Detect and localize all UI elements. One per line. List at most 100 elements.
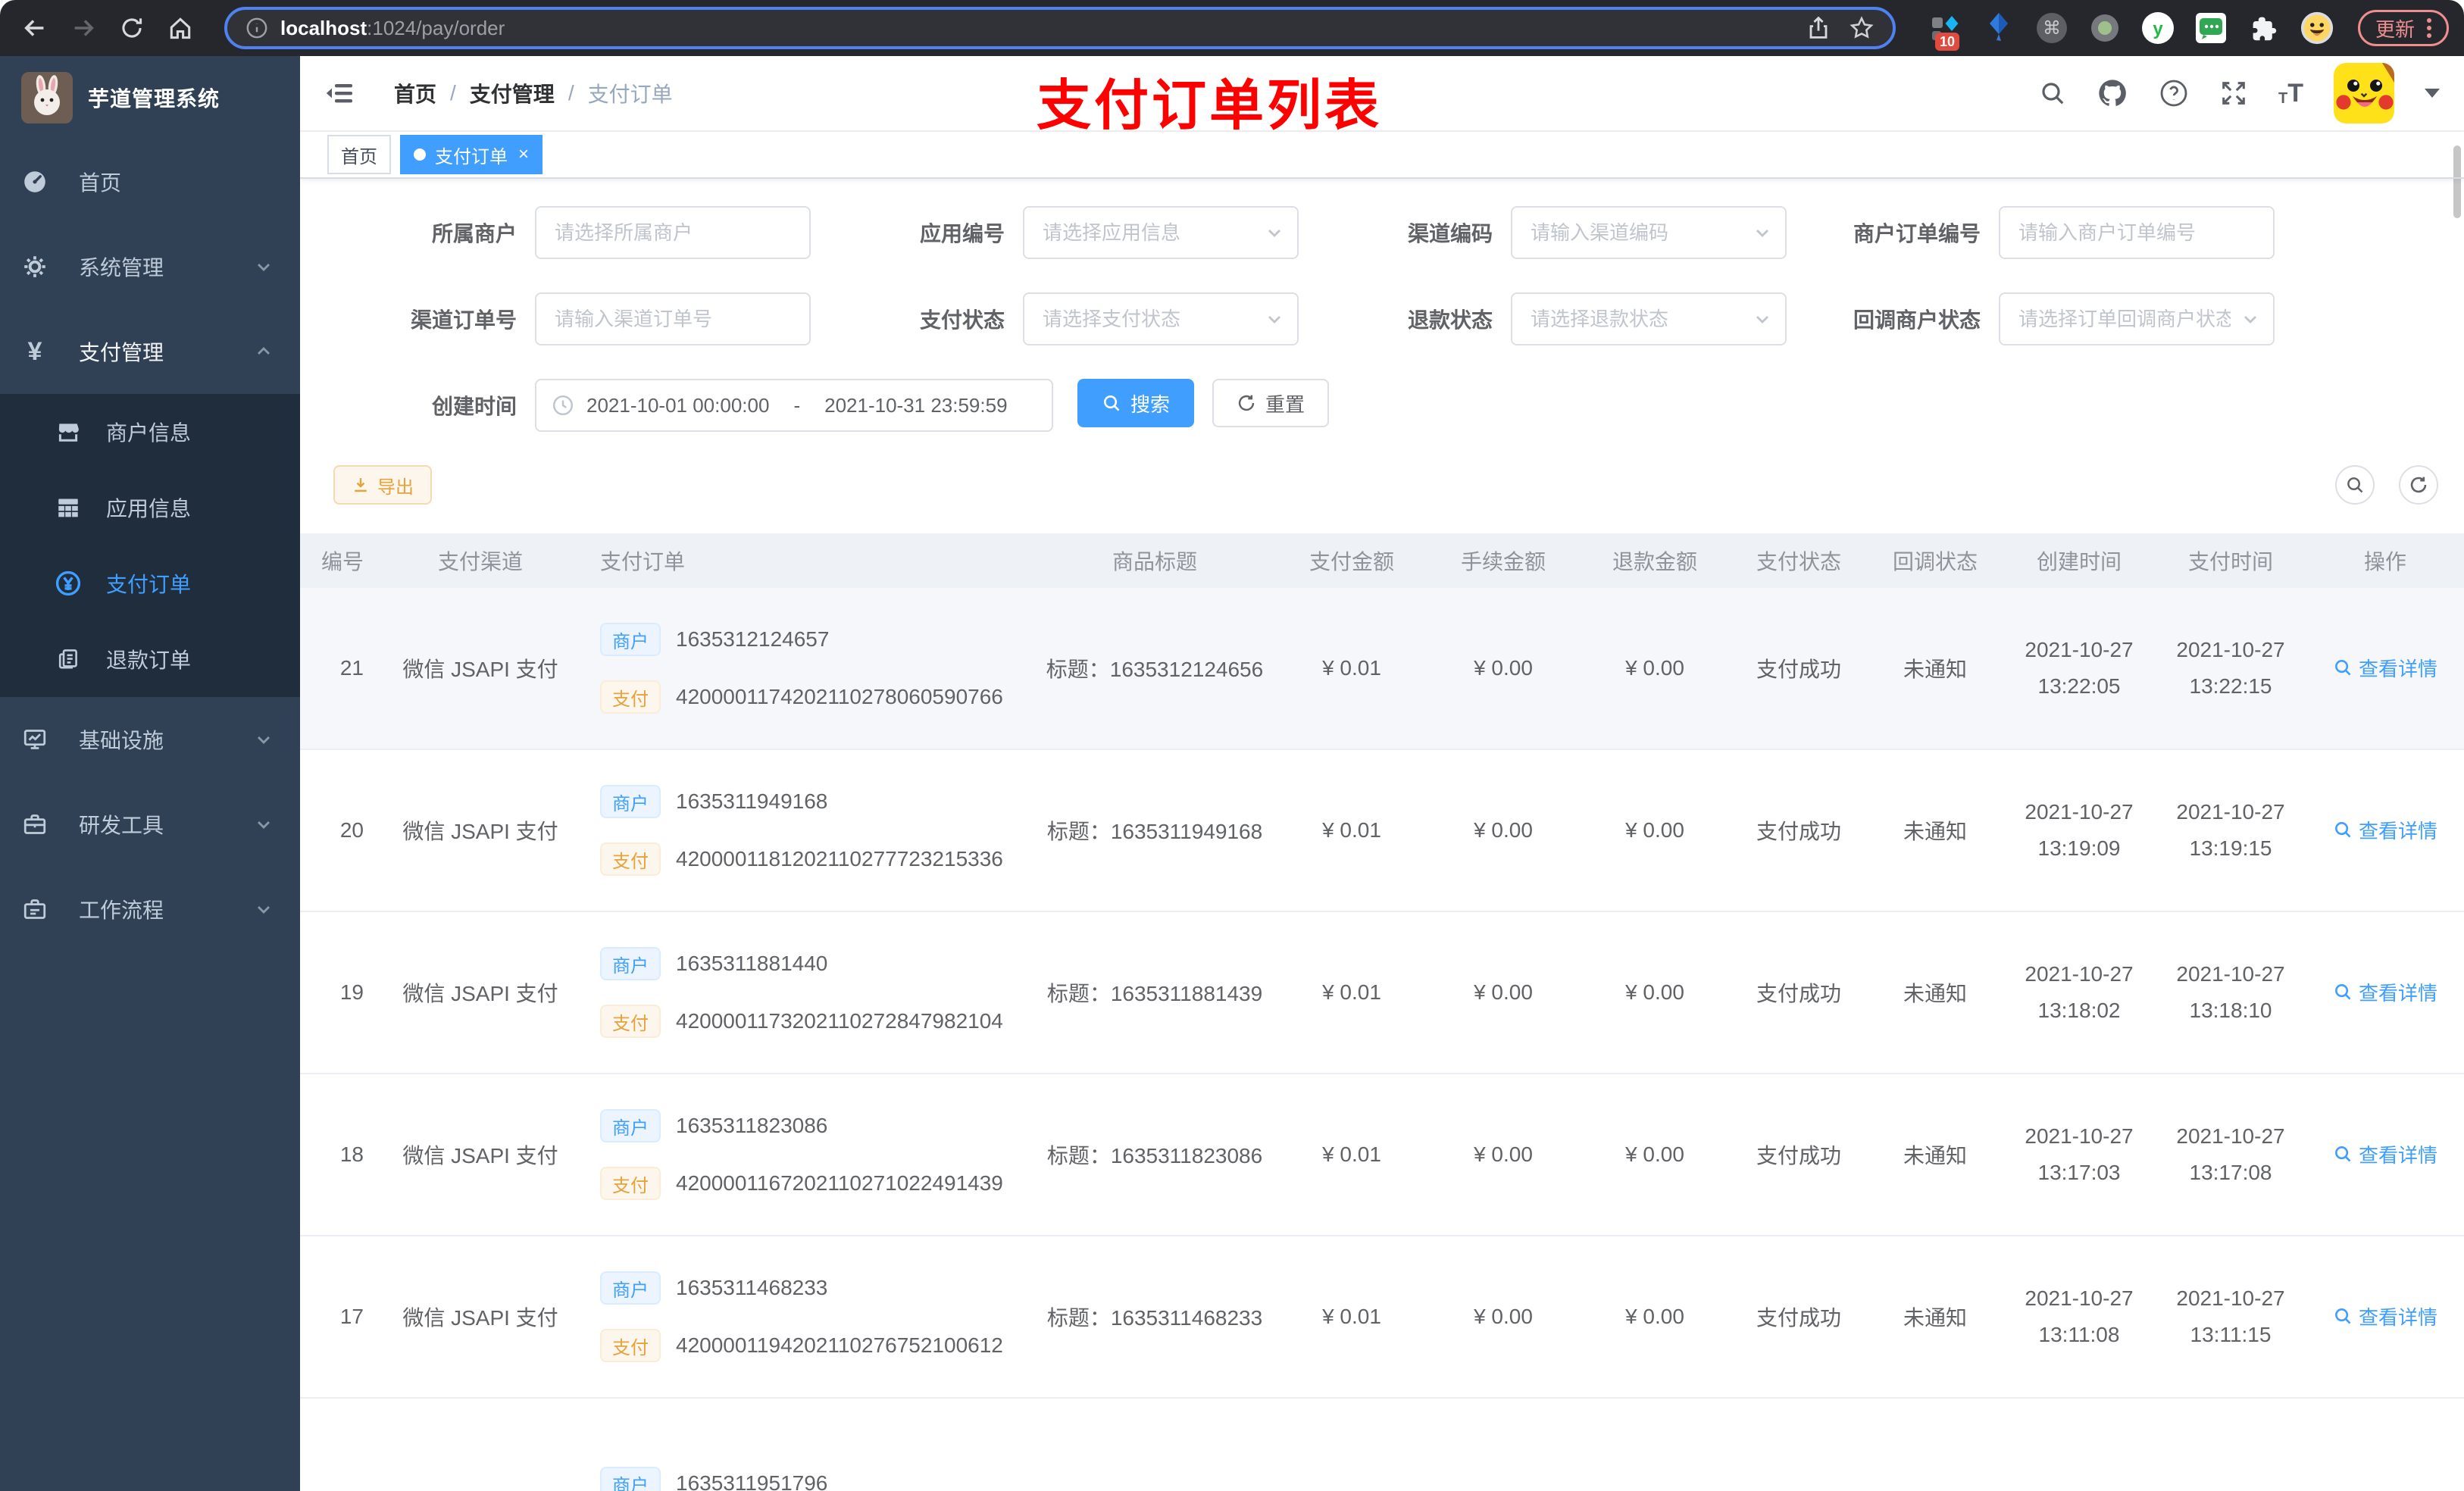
extension-record-icon[interactable]	[2088, 11, 2122, 45]
browser-toolbar: localhost:1024/pay/order 10 ⌘ y 更新	[0, 0, 2464, 56]
sidebar-item-system[interactable]: 系统管理	[0, 224, 300, 309]
cell-id: 19	[339, 980, 364, 1004]
extension-pin-icon[interactable]: 10	[1929, 11, 1962, 51]
pay-tag: 支付	[600, 1329, 661, 1362]
breadcrumb-payment[interactable]: 支付管理	[470, 78, 555, 108]
channel-code-select[interactable]	[1512, 208, 1785, 258]
sidebar-item-merchant-info[interactable]: 商户信息	[0, 394, 300, 470]
extension-command-icon[interactable]: ⌘	[2035, 11, 2068, 45]
reload-icon[interactable]	[112, 8, 152, 48]
sidebar-item-pay-order[interactable]: 支付订单	[0, 545, 300, 621]
extension-kite-icon[interactable]	[1982, 11, 2015, 45]
sidebar-item-infrastructure[interactable]: 基础设施	[0, 697, 300, 782]
search-icon[interactable]	[2039, 80, 2066, 107]
merchant-order-no: 1635311951796	[676, 1471, 828, 1491]
view-detail-link[interactable]: 查看详情	[2333, 816, 2437, 844]
merchant-tag: 商户	[600, 785, 661, 818]
breadcrumb-home[interactable]: 首页	[394, 78, 436, 108]
tag-pay-order[interactable]: 支付订单 ×	[400, 135, 543, 174]
cell-amount: ¥ 0.01	[1322, 1305, 1381, 1328]
sidebar-item-refund-order[interactable]: 退款订单	[0, 621, 300, 697]
breadcrumb: 首页 / 支付管理 / 支付订单	[394, 78, 673, 108]
cell-notify-status: 未通知	[1903, 658, 1967, 681]
app-select[interactable]	[1024, 208, 1297, 258]
cell-created-time: 2021-10-27 13:22:05	[2025, 638, 2134, 698]
merchant-input[interactable]	[536, 208, 809, 258]
extension-chat-icon[interactable]	[2194, 11, 2228, 45]
app-logo-row[interactable]: 芋道管理系统	[0, 56, 300, 139]
merchant-tag: 商户	[600, 1271, 661, 1305]
view-detail-link[interactable]: 查看详情	[2333, 978, 2437, 1006]
extensions-puzzle-icon[interactable]	[2247, 11, 2281, 45]
date-end: 2021-10-31 23:59:59	[824, 393, 1008, 417]
cell-fee: ¥ 0.00	[1474, 1142, 1533, 1166]
export-button[interactable]: 导出	[333, 465, 432, 505]
search-button[interactable]: 搜索	[1077, 379, 1195, 427]
forward-icon[interactable]	[64, 8, 103, 48]
cell-pay-status: 支付成功	[1756, 1144, 1841, 1167]
help-icon[interactable]	[2159, 78, 2189, 108]
close-icon[interactable]: ×	[518, 145, 529, 164]
table-search-button[interactable]	[2335, 465, 2375, 505]
merchant-order-no-input[interactable]	[2000, 208, 2273, 258]
pay-tag: 支付	[600, 1005, 661, 1038]
fullscreen-icon[interactable]	[2219, 79, 2248, 108]
home-icon[interactable]	[161, 8, 200, 48]
extension-y-app-icon[interactable]: y	[2141, 11, 2175, 45]
table-row: 17 微信 JSAPI 支付 商户 1635311468233 支付 42000…	[300, 1236, 2464, 1399]
sidebar-item-home[interactable]: 首页	[0, 139, 300, 224]
bookmark-star-icon[interactable]	[1849, 15, 1875, 41]
merchant-order-no: 1635312124657	[676, 627, 830, 651]
address-bar[interactable]: localhost:1024/pay/order	[224, 7, 1896, 49]
cell-amount: ¥ 0.01	[1322, 1142, 1381, 1166]
table-row-partial: 商户 1635311951796	[300, 1399, 2464, 1491]
sidebar-item-dev-tools[interactable]: 研发工具	[0, 782, 300, 867]
browser-menu-icon[interactable]	[2427, 18, 2431, 38]
sidebar-item-workflow[interactable]: 工作流程	[0, 867, 300, 952]
yen-icon: ¥	[27, 336, 42, 366]
view-detail-link[interactable]: 查看详情	[2333, 1302, 2437, 1330]
caret-down-icon[interactable]	[2425, 89, 2440, 98]
channel-order-no-input[interactable]	[536, 294, 809, 344]
site-info-icon[interactable]	[245, 17, 268, 39]
github-icon[interactable]	[2097, 77, 2128, 109]
sidebar-item-app-info[interactable]: 应用信息	[0, 470, 300, 545]
merchant-order-no: 1635311468233	[676, 1276, 828, 1299]
cell-amount: ¥ 0.01	[1322, 818, 1381, 842]
table-body: 21 微信 JSAPI 支付 商户 1635312124657 支付 42000…	[300, 588, 2464, 1399]
cell-action: 查看详情	[2306, 1140, 2464, 1170]
table-refresh-button[interactable]	[2399, 465, 2438, 505]
back-icon[interactable]	[15, 8, 55, 48]
pay-order-no: 4200001173202110272847982104	[676, 1009, 1003, 1033]
view-detail-link[interactable]: 查看详情	[2333, 654, 2437, 682]
data-table: 编号 支付渠道 支付订单 商品标题 支付金额 手续金额 退款金额 支付状态 回调…	[300, 533, 2464, 1491]
reset-button[interactable]: 重置	[1212, 379, 1330, 427]
cell-paid-time: 2021-10-27 13:19:15	[2176, 800, 2285, 860]
profile-emoji-icon[interactable]	[2300, 11, 2334, 45]
sidebar-collapse-icon[interactable]	[318, 72, 361, 114]
cell-pay-status: 支付成功	[1756, 820, 1841, 843]
pay-status-select[interactable]	[1024, 294, 1297, 344]
refund-status-select[interactable]	[1512, 294, 1785, 344]
merchant-tag: 商户	[600, 947, 661, 980]
share-icon[interactable]	[1806, 16, 1831, 40]
notify-status-select[interactable]	[2000, 294, 2273, 344]
view-detail-link[interactable]: 查看详情	[2333, 1140, 2437, 1168]
cell-action: 查看详情	[2306, 654, 2464, 683]
table-header: 编号 支付渠道 支付订单 商品标题 支付金额 手续金额 退款金额 支付状态 回调…	[300, 533, 2464, 588]
create-time-range-input[interactable]: 2021-10-01 00:00:00 - 2021-10-31 23:59:5…	[535, 379, 1053, 432]
merchant-order-no: 1635311881440	[676, 952, 828, 975]
cell-pay-channel: 微信 JSAPI 支付	[402, 1306, 558, 1330]
sidebar-item-payment[interactable]: ¥ 支付管理	[0, 309, 300, 394]
cell-notify-status: 未通知	[1903, 982, 1967, 1005]
tag-home[interactable]: 首页	[327, 135, 391, 174]
update-button[interactable]: 更新	[2357, 10, 2449, 46]
cell-pay-order: 商户 1635311951796	[594, 1467, 1033, 1491]
chevron-up-icon	[255, 342, 273, 361]
cell-paid-time: 2021-10-27 13:17:08	[2176, 1124, 2285, 1184]
user-avatar[interactable]	[2334, 63, 2394, 123]
sidebar-item-label: 支付订单	[106, 573, 192, 596]
cell-fee: ¥ 0.00	[1474, 1305, 1533, 1328]
header-cell-id: 编号	[321, 550, 364, 574]
font-size-icon[interactable]: TT	[2278, 80, 2303, 106]
